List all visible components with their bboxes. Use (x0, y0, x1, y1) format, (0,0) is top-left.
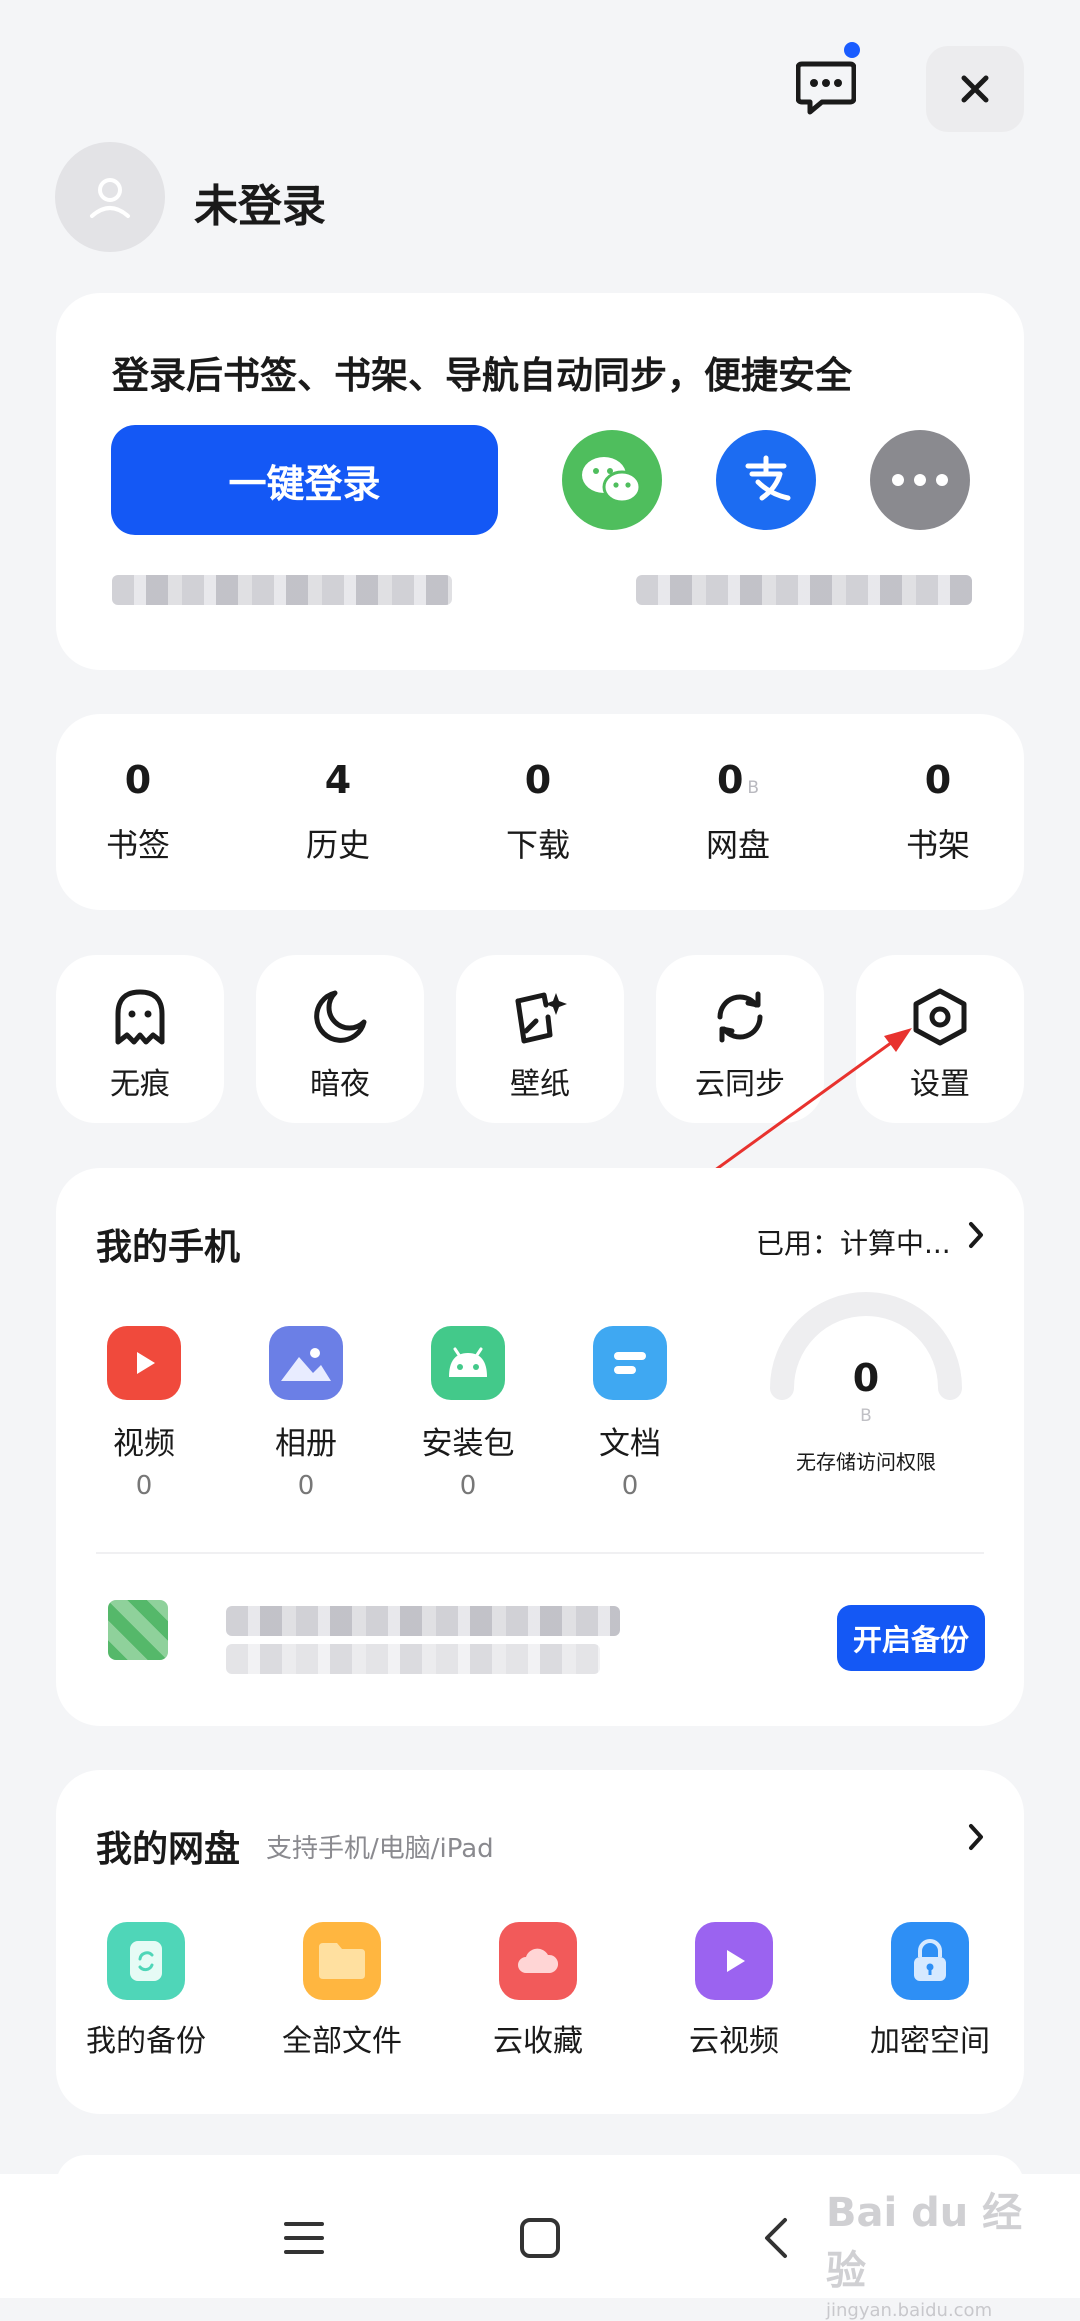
storage-unit: B (860, 1406, 872, 1426)
blurred-backup-icon (108, 1600, 168, 1660)
backup-icon (107, 1922, 185, 2000)
cloud-item-favorites[interactable]: 云收藏 (448, 1922, 628, 2060)
media-label: 相册 (275, 1426, 337, 1462)
my-cloud-subtitle: 支持手机/电脑/iPad (266, 1834, 494, 1864)
home-square-icon (520, 2218, 560, 2258)
cloud-label: 全部文件 (282, 2024, 402, 2059)
media-document[interactable]: 文档 0 (560, 1326, 700, 1501)
menu-icon (284, 2222, 324, 2254)
nav-menu-button[interactable] (264, 2206, 344, 2270)
media-label: 文档 (599, 1426, 661, 1462)
cloud-video-icon (695, 1922, 773, 2000)
storage-value: 0 (852, 1356, 880, 1400)
document-icon (593, 1326, 667, 1400)
nav-back-button[interactable] (736, 2206, 816, 2270)
cloud-item-backup[interactable]: 我的备份 (56, 1922, 236, 2060)
blurred-backup-text (226, 1644, 600, 1674)
divider (96, 1552, 984, 1554)
media-label: 安装包 (421, 1426, 515, 1462)
cloud-item-video[interactable]: 云视频 (644, 1922, 824, 2060)
media-count: 0 (459, 1471, 477, 1501)
cloud-label: 加密空间 (870, 2024, 990, 2059)
lock-icon (891, 1922, 969, 2000)
android-icon (431, 1326, 505, 1400)
my-phone-title: 我的手机 (96, 1227, 241, 1268)
chevron-right-icon[interactable] (966, 1220, 986, 1250)
album-icon (269, 1326, 343, 1400)
cloud-label: 云视频 (689, 2024, 779, 2059)
baidu-jingyan-watermark: Bai du 经验 jingyan.baidu.com (826, 2180, 1026, 2321)
storage-gauge[interactable]: 0 B 无存储访问权限 (736, 1258, 996, 1558)
cloud-label: 云收藏 (493, 2024, 583, 2059)
nav-home-button[interactable] (500, 2206, 580, 2270)
my-cloud-title[interactable]: 我的网盘 (96, 1820, 240, 1872)
my-phone-card: 我的手机 已用：计算中... 视频 0 相册 0 安装包 0 文档 0 0 B (56, 1168, 1024, 1726)
watermark-url: jingyan.baidu.com (826, 2300, 993, 2321)
watermark-text: Bai du 经验 (826, 2190, 1023, 2294)
back-chevron-icon (765, 2218, 787, 2258)
media-album[interactable]: 相册 0 (236, 1326, 376, 1501)
video-icon (107, 1326, 181, 1400)
enable-backup-button[interactable]: 开启备份 (837, 1605, 985, 1671)
cloud-label: 我的备份 (86, 2024, 206, 2059)
media-apk[interactable]: 安装包 0 (398, 1326, 538, 1501)
blurred-backup-text (226, 1606, 620, 1636)
media-count: 0 (297, 1471, 315, 1501)
cloud-favorite-icon (499, 1922, 577, 2000)
my-cloud-card: 我的网盘 支持手机/电脑/iPad 我的备份 全部文件 云收藏 云视频 加密空间 (56, 1770, 1024, 2114)
cloud-item-encrypted[interactable]: 加密空间 (840, 1922, 1020, 2060)
folder-icon (303, 1922, 381, 2000)
storage-used-text[interactable]: 已用：计算中... (756, 1222, 951, 1262)
media-count: 0 (135, 1471, 153, 1501)
storage-note: 无存储访问权限 (796, 1450, 936, 1474)
media-label: 视频 (113, 1426, 175, 1462)
chevron-right-icon[interactable] (966, 1822, 986, 1852)
cloud-item-all-files[interactable]: 全部文件 (252, 1922, 432, 2060)
media-video[interactable]: 视频 0 (74, 1326, 214, 1501)
media-count: 0 (621, 1471, 639, 1501)
